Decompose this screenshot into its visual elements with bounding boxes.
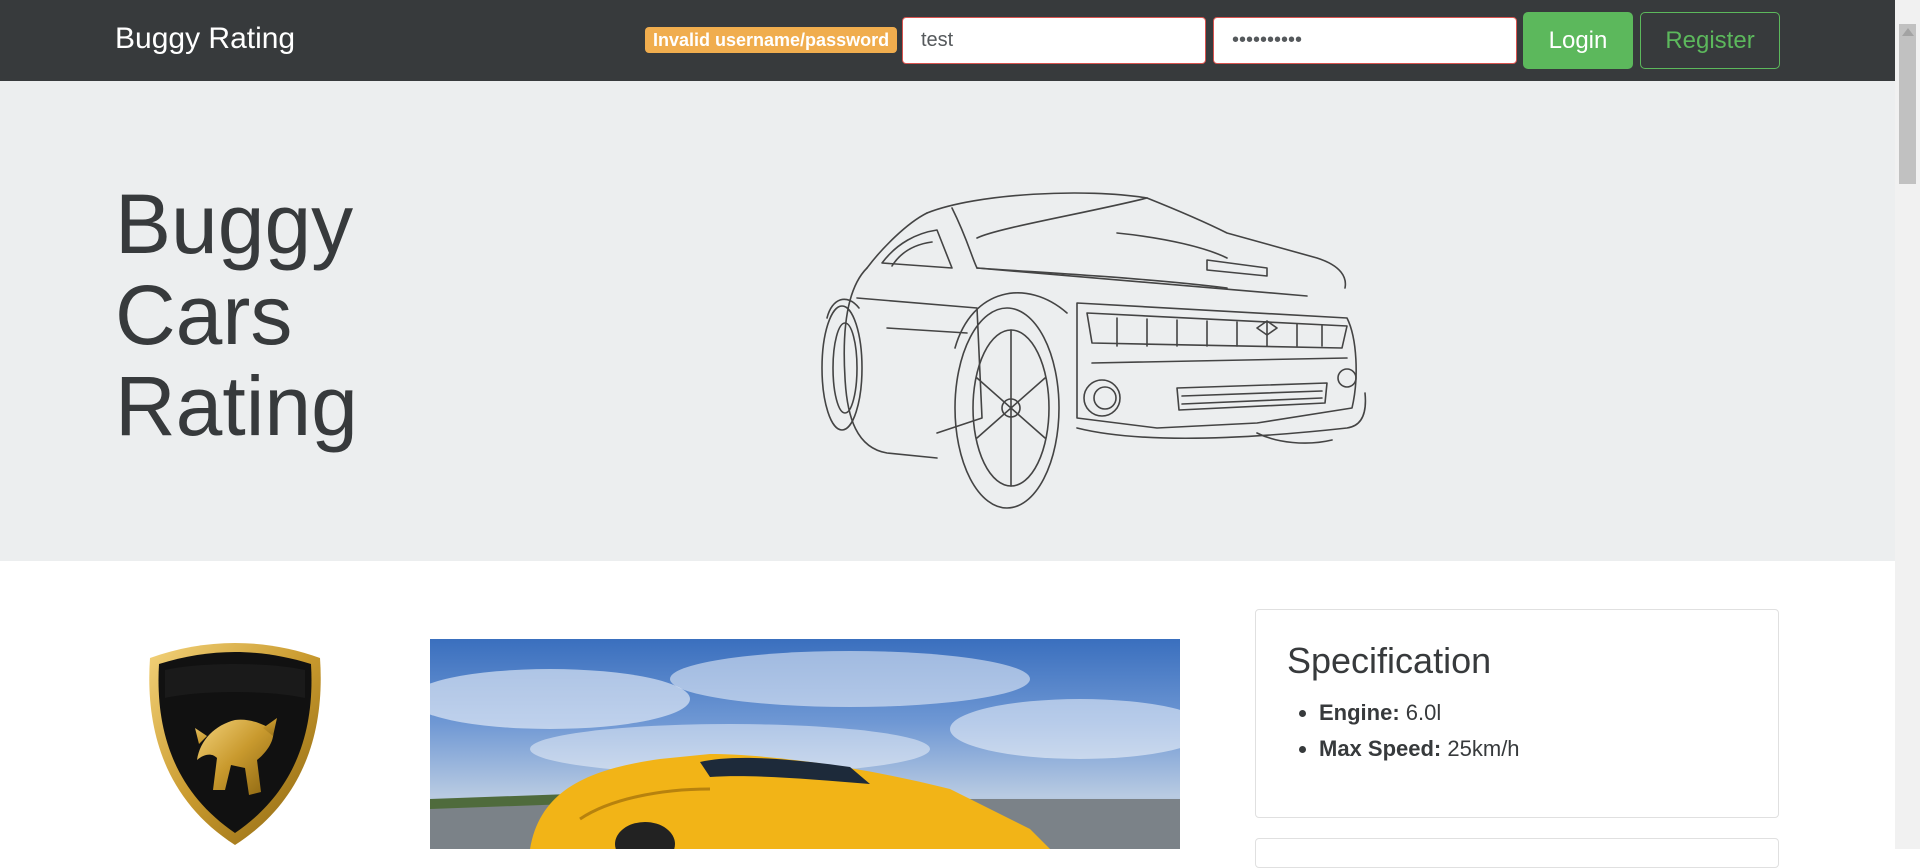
specification-card: Specification Engine: 6.0l Max Speed: 25… bbox=[1255, 609, 1779, 818]
spec-label: Engine: bbox=[1319, 700, 1400, 725]
spec-value: 6.0l bbox=[1405, 700, 1442, 725]
specification-title: Specification bbox=[1287, 640, 1492, 681]
brand-link[interactable]: Buggy Rating bbox=[115, 22, 295, 56]
lamborghini-logo bbox=[149, 643, 321, 845]
car-sketch-icon bbox=[821, 192, 1367, 509]
login-error-badge: Invalid username/password bbox=[645, 27, 898, 53]
register-button[interactable]: Register bbox=[1640, 12, 1780, 69]
navbar: Buggy Rating Invalid username/password L… bbox=[0, 0, 1895, 81]
scroll-thumb[interactable] bbox=[1899, 24, 1916, 184]
spec-value: 25km/h bbox=[1447, 736, 1520, 761]
specification-list: Engine: 6.0l Max Speed: 25km/h bbox=[1289, 695, 1520, 767]
password-input[interactable] bbox=[1213, 17, 1517, 64]
votes-card bbox=[1255, 838, 1779, 868]
scroll-up-arrow-icon[interactable] bbox=[1902, 28, 1914, 36]
login-button[interactable]: Login bbox=[1523, 12, 1633, 69]
hero-banner: Buggy Cars Rating bbox=[0, 81, 1895, 561]
spec-label: Max Speed: bbox=[1319, 736, 1442, 761]
username-input[interactable] bbox=[902, 17, 1206, 64]
car-photo bbox=[430, 639, 1180, 849]
car-photo-illustration bbox=[430, 651, 1180, 849]
spec-item-max-speed: Max Speed: 25km/h bbox=[1319, 731, 1520, 767]
page-scrollbar[interactable] bbox=[1895, 0, 1920, 849]
spec-item-engine: Engine: 6.0l bbox=[1319, 695, 1520, 731]
hero-title: Buggy Cars Rating bbox=[115, 177, 358, 453]
